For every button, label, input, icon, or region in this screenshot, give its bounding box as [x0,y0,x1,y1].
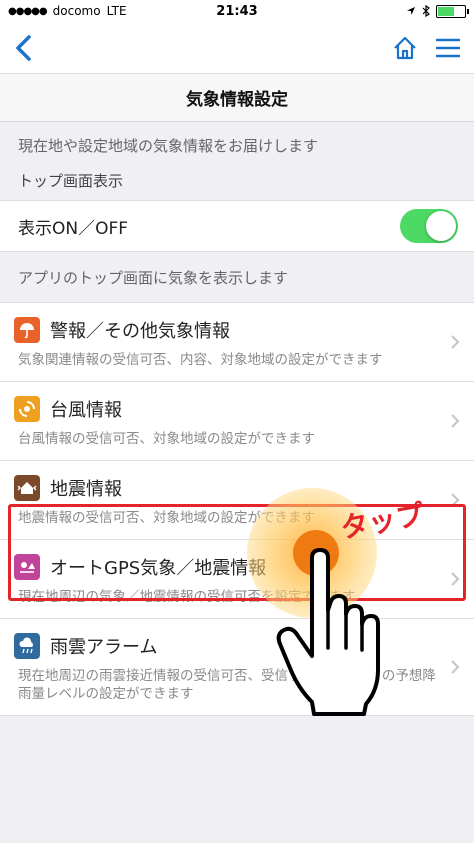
menu-item-title: オートGPS気象／地震情報 [50,558,267,579]
signal-strength-icon: ●●●●● [8,5,48,17]
typhoon-icon [14,396,40,422]
menu-item-desc: 地震情報の受信可否、対象地域の設定ができます [18,510,315,526]
menu-item-desc: 現在地周辺の雨雲接近情報の受信可否、受信するにあたっての予想降雨量レベルの設定が… [18,668,436,702]
toggle-note: アプリのトップ画面に気象を表示します [18,268,289,287]
menu-item-desc: 現在地周辺の気象／地震情報の受信可否を設定できます [18,589,356,605]
network-type: LTE [106,4,127,18]
chevron-left-icon[interactable] [14,34,34,62]
display-toggle-switch[interactable] [400,209,458,243]
rain-cloud-icon [14,633,40,659]
navigation-bar [0,22,474,74]
hamburger-menu-icon[interactable] [436,37,460,59]
bluetooth-icon [422,5,430,17]
gps-weather-icon [14,554,40,580]
chevron-right-icon [451,572,460,586]
warning-umbrella-icon [14,317,40,343]
chevron-right-icon [451,660,460,674]
battery-icon [436,4,469,18]
menu-item-title: 地震情報 [50,479,122,500]
chevron-right-icon [451,414,460,428]
carrier-name: docomo [52,4,101,18]
status-bar: ●●●●● docomo LTE 21:43 [0,0,474,22]
menu-item-auto-gps[interactable]: オートGPS気象／地震情報 現在地周辺の気象／地震情報の受信可否を設定できます [0,540,474,619]
status-time: 21:43 [216,3,258,19]
chevron-right-icon [451,493,460,507]
section-header-top-screen: トップ画面表示 [18,171,124,190]
menu-item-title: 雨雲アラーム [50,637,158,658]
menu-item-desc: 気象関連情報の受信可否、内容、対象地域の設定ができます [18,352,383,368]
menu-item-title: 警報／その他気象情報 [50,321,230,342]
menu-item-warnings[interactable]: 警報／その他気象情報 気象関連情報の受信可否、内容、対象地域の設定ができます [0,303,474,382]
menu-item-desc: 台風情報の受信可否、対象地域の設定ができます [18,431,315,447]
location-arrow-icon [407,7,415,15]
menu-item-typhoon[interactable]: 台風情報 台風情報の受信可否、対象地域の設定ができます [0,382,474,461]
chevron-right-icon [451,335,460,349]
menu-item-rain-alarm[interactable]: 雨雲アラーム 現在地周辺の雨雲接近情報の受信可否、受信するにあたっての予想降雨量… [0,619,474,715]
menu-item-earthquake[interactable]: 地震情報 地震情報の受信可否、対象地域の設定ができます [0,461,474,540]
display-toggle-row: 表示ON／OFF [0,200,474,252]
page-title: 気象情報設定 [0,74,474,122]
menu-item-title: 台風情報 [50,400,122,421]
settings-menu-list: 警報／その他気象情報 気象関連情報の受信可否、内容、対象地域の設定ができます 台… [0,302,474,716]
earthquake-house-icon [14,475,40,501]
home-icon[interactable] [392,35,418,61]
display-toggle-label: 表示ON／OFF [18,218,129,239]
intro-text: 現在地や設定地域の気象情報をお届けします [18,137,319,155]
